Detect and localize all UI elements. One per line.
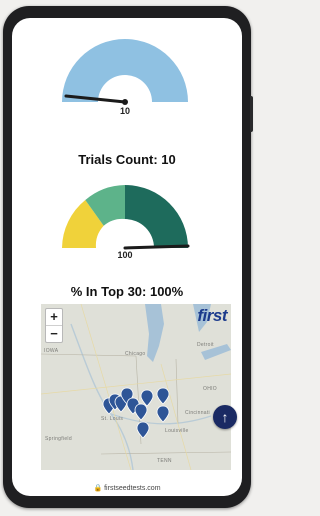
gauge-segment-dark-green [125,185,188,248]
map-place-label: IOWA [44,348,59,354]
map-place-label: TENN [157,458,172,464]
phone-frame: 10 Trials Count: 10 100 % In Top 30: 100… [3,6,253,508]
gauge-value-label: 100 [117,250,133,260]
zoom-in-button[interactable]: + [46,309,62,325]
map-pin [134,403,148,421]
trial-locations-map[interactable]: + − first IOWA Chicago Detroit OHIO St. … [41,304,231,470]
map-place-label: Springfield [45,436,72,442]
top30-heading: % In Top 30: 100% [70,284,184,299]
scroll-to-top-button[interactable]: ↑ [213,405,237,429]
map-pin [156,405,170,423]
map-place-label: St. Louis [101,416,124,422]
phone-screen: 10 Trials Count: 10 100 % In Top 30: 100… [12,18,242,496]
map-place-label: Louisville [165,428,189,434]
trials-count-gauge [62,39,188,105]
map-pin [156,387,170,405]
zoom-out-button[interactable]: − [46,325,62,342]
gauge-needle [123,244,190,250]
trials-count-heading: Trials Count: 10 [78,152,176,167]
side-button [250,96,253,132]
map-place-label: Cincinnati [185,410,210,416]
first-logo: first [197,306,227,325]
map-place-label: Chicago [125,351,146,357]
map-pin [140,389,154,407]
url-bar[interactable]: 🔒 firstseedtests.com [12,482,242,496]
top30-gauge [62,185,190,250]
map-pins [102,387,170,439]
map-zoom-control: + − [45,308,63,343]
map-place-label: OHIO [203,386,217,392]
gauge-arc [62,39,188,102]
gauge-value-label: 10 [119,106,131,116]
map-pin [136,421,150,439]
arrow-up-icon: ↑ [221,409,229,425]
map-place-label: Detroit [197,342,214,348]
